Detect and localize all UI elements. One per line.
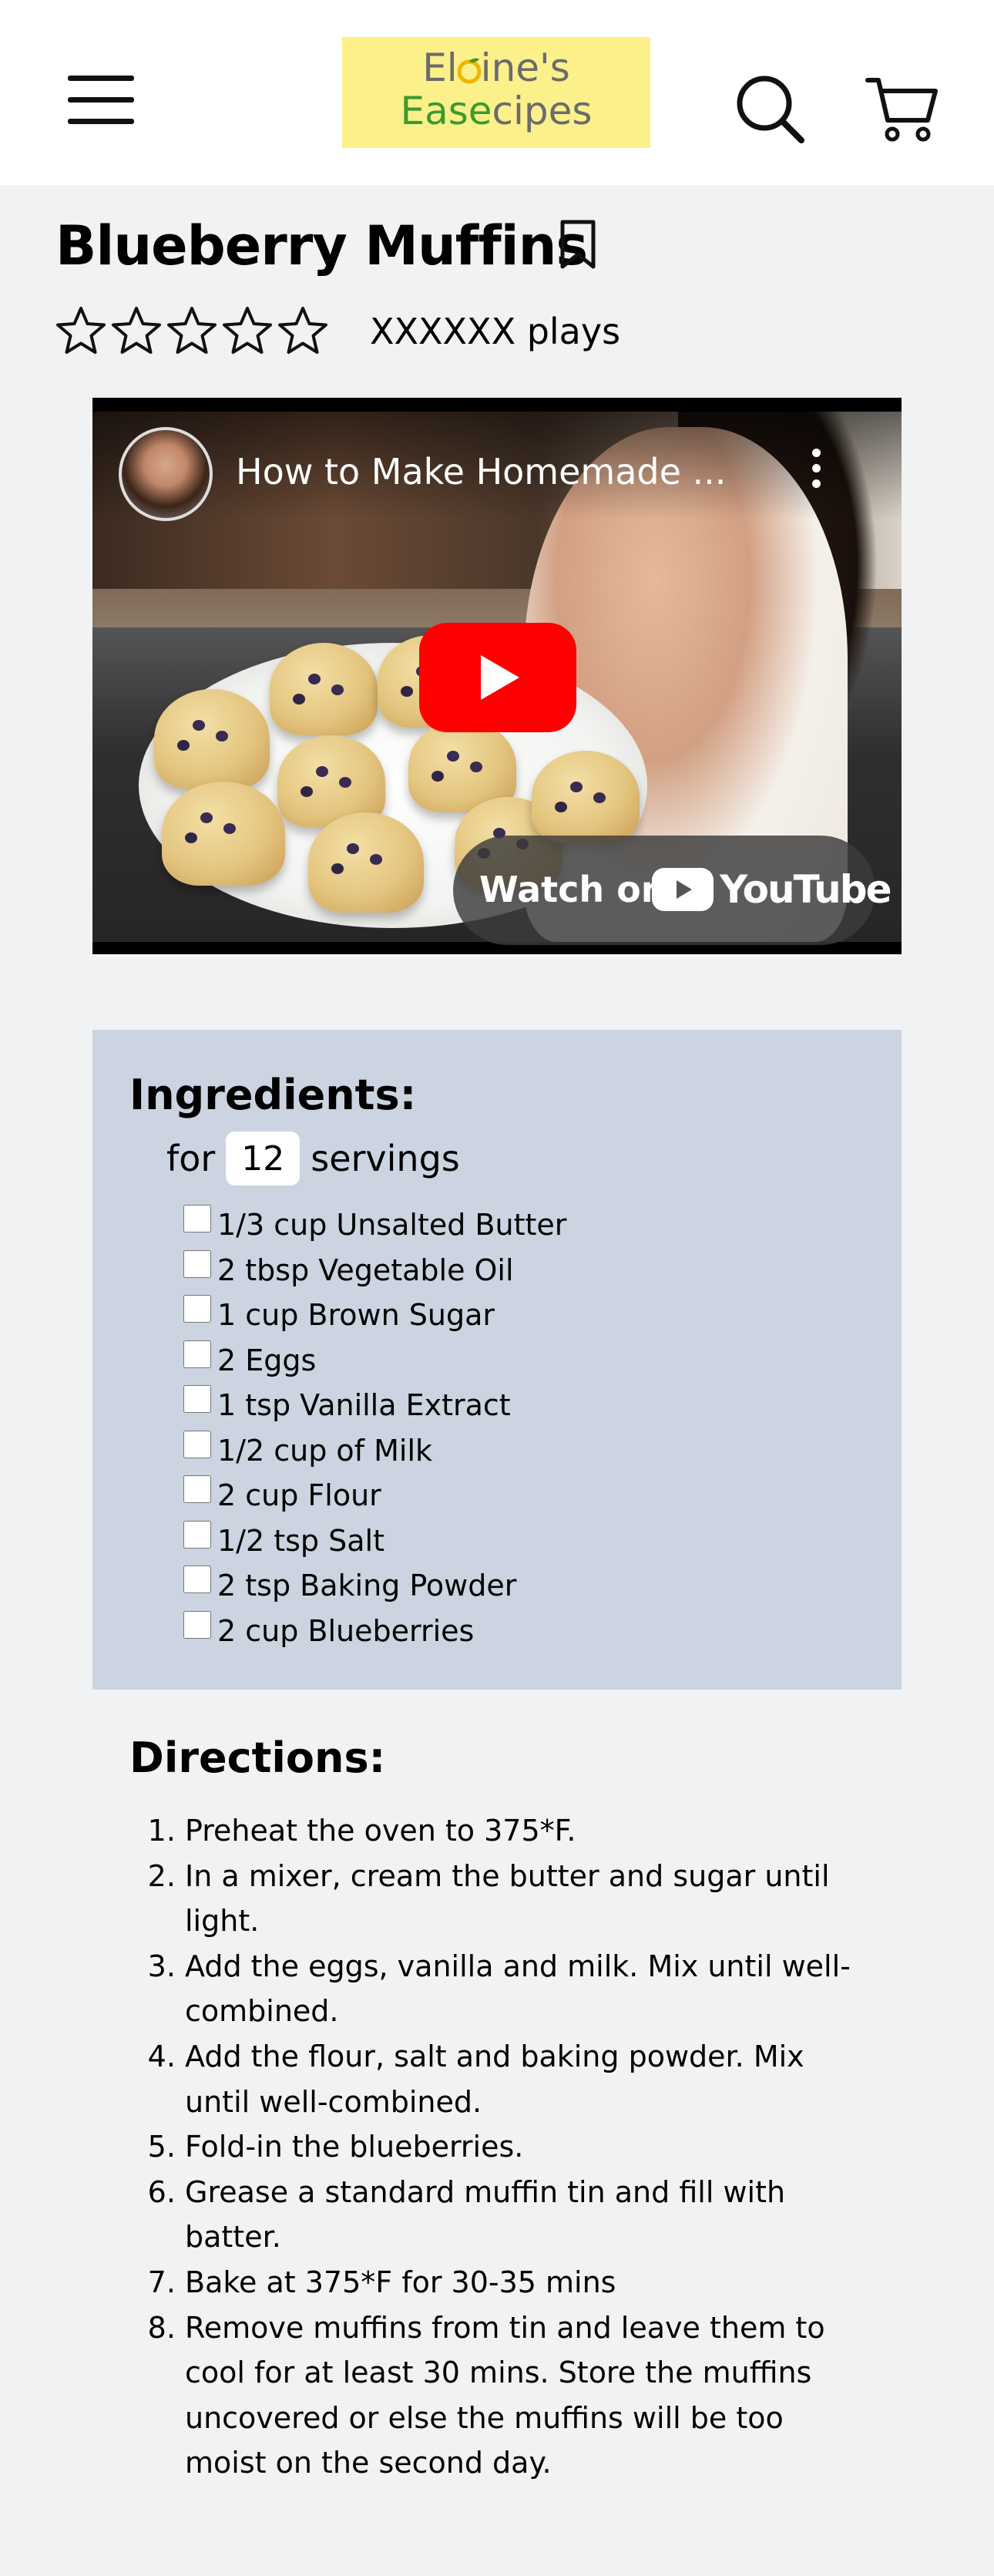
watch-on-youtube-button[interactable]: Watch on YouTube [453,836,892,945]
ingredient-checkbox[interactable] [183,1249,211,1278]
ingredients-heading: Ingredients: [129,1071,417,1119]
ingredient-checkbox[interactable] [183,1610,211,1639]
direction-step: In a mixer, cream the butter and sugar u… [185,1854,857,1944]
ingredient-label: 1/2 tsp Salt [217,1523,385,1558]
search-icon[interactable] [735,74,806,145]
servings-row: for servings [166,1130,460,1187]
more-options-icon[interactable] [804,449,828,495]
bookmark-icon[interactable] [555,219,601,271]
ingredient-checkbox[interactable] [183,1340,211,1368]
logo-text-line1: El ine's [342,46,650,89]
star-rating[interactable] [55,305,328,359]
ingredient-checkbox[interactable] [183,1205,211,1233]
logo-text-el: El [422,45,458,90]
ingredient-checkbox[interactable] [183,1295,211,1323]
ingredient-checkbox[interactable] [183,1565,211,1594]
star-icon[interactable] [277,305,328,356]
ingredient-label: 2 cup Flour [217,1478,381,1513]
ingredient-item[interactable]: 1/3 cup Unsalted Butter [183,1202,566,1248]
ingredient-list: 1/3 cup Unsalted Butter 2 tbsp Vegetable… [183,1202,566,1653]
ingredient-label: 1 cup Brown Sugar [217,1298,495,1333]
ingredient-item[interactable]: 2 Eggs [183,1338,566,1384]
logo-text-cipes: cipes [492,89,593,133]
ingredient-checkbox[interactable] [183,1475,211,1504]
ingredient-item[interactable]: 2 tbsp Vegetable Oil [183,1248,566,1293]
direction-step: Remove muffins from tin and leave them t… [185,2305,857,2486]
direction-step: Bake at 375*F for 30-35 mins [185,2260,857,2305]
ingredient-checkbox[interactable] [183,1385,211,1414]
directions-list: Preheat the oven to 375*F. In a mixer, c… [148,1808,857,2486]
directions-heading: Directions: [129,1734,386,1782]
star-icon[interactable] [166,305,217,356]
site-logo[interactable]: El ine's Easecipes [342,37,650,148]
logo-text-ease: Ease [400,89,492,133]
video-title[interactable]: How to Make Homemade ... [236,449,726,495]
ingredient-item[interactable]: 1/2 tsp Salt [183,1518,566,1564]
servings-input[interactable] [226,1132,301,1185]
play-button[interactable] [419,623,576,732]
ingredient-item[interactable]: 1/2 cup of Milk [183,1428,566,1474]
channel-avatar[interactable] [119,427,213,521]
watch-on-label: Watch on [479,869,667,910]
ingredient-item[interactable]: 2 cup Flour [183,1473,566,1518]
ingredient-label: 2 Eggs [217,1343,317,1377]
ingredient-label: 1/3 cup Unsalted Butter [217,1208,567,1243]
play-count: XXXXXX plays [370,311,621,352]
direction-step: Add the eggs, vanilla and milk. Mix unti… [185,1944,857,2034]
logo-text-line2: Easecipes [342,89,650,133]
ingredient-label: 1 tsp Vanilla Extract [217,1388,511,1423]
direction-step: Preheat the oven to 375*F. [185,1808,857,1854]
hamburger-menu-icon[interactable] [62,71,136,129]
youtube-wordmark: YouTube [720,867,892,912]
recipe-title: Blueberry Muffins [55,214,588,277]
ingredient-item[interactable]: 1 tsp Vanilla Extract [183,1383,566,1428]
star-icon[interactable] [111,305,162,356]
direction-step: Grease a standard muffin tin and fill wi… [185,2170,857,2260]
youtube-logo: YouTube [652,866,892,913]
ingredient-checkbox[interactable] [183,1520,211,1549]
ingredients-panel: Ingredients: for servings 1/3 cup Unsalt… [92,1030,902,1690]
ingredient-item[interactable]: 1 cup Brown Sugar [183,1293,566,1338]
youtube-video-embed[interactable]: How to Make Homemade ... Watch on YouTub… [92,398,902,954]
ingredient-label: 2 tbsp Vegetable Oil [217,1253,514,1287]
logo-text-ines: ine's [480,45,570,90]
youtube-play-icon [652,868,714,911]
ingredient-label: 2 tsp Baking Powder [217,1569,517,1603]
ingredient-label: 2 cup Blueberries [217,1613,475,1648]
star-icon[interactable] [55,305,106,356]
ingredient-label: 1/2 cup of Milk [217,1433,433,1468]
direction-step: Fold-in the blueberries. [185,2124,857,2170]
cart-icon[interactable] [865,74,939,143]
lemon-icon [457,49,482,84]
star-icon[interactable] [222,305,273,356]
servings-label: servings [311,1138,460,1179]
ingredient-item[interactable]: 2 tsp Baking Powder [183,1563,566,1609]
ingredient-item[interactable]: 2 cup Blueberries [183,1609,566,1654]
ingredient-checkbox[interactable] [183,1430,211,1458]
servings-for-label: for [166,1138,216,1179]
direction-step: Add the flour, salt and baking powder. M… [185,2034,857,2124]
site-header: El ine's Easecipes [0,0,994,185]
